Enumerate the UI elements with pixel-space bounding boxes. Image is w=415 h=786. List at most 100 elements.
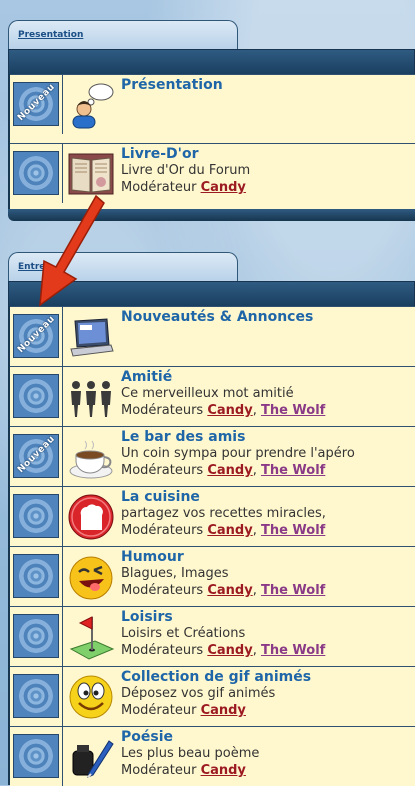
- forum-text: Humour Blagues, Images Modérateurs Candy…: [121, 549, 411, 599]
- forum-row-collection-gif[interactable]: Collection de gif animés Déposez vos gif…: [10, 666, 415, 726]
- forum-description: Livre d'Or du Forum: [121, 163, 251, 178]
- forum-list: Nouveau Présentation Livre-D'or Livre d'…: [8, 74, 415, 210]
- status-cell: [10, 144, 63, 203]
- moderator-label: Modérateurs: [121, 523, 204, 538]
- forum-title[interactable]: Présentation: [121, 77, 411, 93]
- forum-text: Nouveautés & Annonces: [121, 309, 411, 325]
- no-new-posts-status-icon: [13, 151, 59, 195]
- ink-pen-icon: [72, 740, 114, 778]
- forum-description: Déposez vos gif animés: [121, 686, 276, 701]
- forum-title[interactable]: Le bar des amis: [121, 429, 411, 445]
- status-cell: Nouveau: [10, 427, 63, 486]
- moderator-label: Modérateur: [121, 180, 197, 195]
- coffee-cup-icon: [69, 440, 113, 479]
- forum-moderators: Modérateurs Candy, The Wolf: [121, 463, 326, 478]
- moderator-link[interactable]: Candy: [201, 763, 246, 778]
- golf-flag-icon: [69, 616, 115, 660]
- new-posts-status-icon: Nouveau: [13, 314, 59, 358]
- no-new-posts-status-icon: [13, 734, 59, 778]
- category-entre: Entre Nouveau Nouveautés & Annonces Amit…: [8, 252, 415, 786]
- forum-row-bar-des-amis[interactable]: Nouveau Le bar des amis Un coin sympa po…: [10, 426, 415, 486]
- forum-row-poesie[interactable]: Poésie Les plus beau poème Modérateur Ca…: [10, 726, 415, 786]
- forum-title[interactable]: Amitié: [121, 369, 411, 385]
- status-cell: [10, 607, 63, 666]
- category-footer: [8, 209, 415, 221]
- forum-row-livre-dor[interactable]: Livre-D'or Livre d'Or du Forum Modérateu…: [10, 143, 415, 203]
- moderator-link[interactable]: The Wolf: [261, 403, 325, 418]
- category-header-bar: [8, 281, 415, 307]
- moderator-label: Modérateurs: [121, 403, 204, 418]
- no-new-posts-status-icon: [13, 374, 59, 418]
- moderator-link[interactable]: Candy: [207, 523, 252, 538]
- forum-text: Loisirs Loisirs et Créations Modérateurs…: [121, 609, 411, 659]
- moderator-label: Modérateur: [121, 763, 197, 778]
- no-new-posts-status-icon: [13, 554, 59, 598]
- moderator-label: Modérateur: [121, 703, 197, 718]
- forum-row-amitie[interactable]: Amitié Ce merveilleux mot amitié Modérat…: [10, 366, 415, 426]
- user-speech-icon: [72, 83, 114, 129]
- forum-title[interactable]: Loisirs: [121, 609, 411, 625]
- forum-text: Livre-D'or Livre d'Or du Forum Modérateu…: [121, 146, 411, 196]
- status-cell: [10, 547, 63, 606]
- moderator-link[interactable]: Candy: [207, 583, 252, 598]
- forum-moderators: Modérateurs Candy, The Wolf: [121, 583, 326, 598]
- smiley-icon: [69, 675, 113, 719]
- status-cell: Nouveau: [10, 75, 63, 134]
- forum-moderators: Modérateur Candy: [121, 179, 411, 196]
- forum-text: Poésie Les plus beau poème Modérateur Ca…: [121, 729, 411, 779]
- forum-moderators: Modérateurs Candy, The Wolf: [121, 643, 326, 658]
- category-link-entre[interactable]: Entre: [18, 262, 45, 272]
- forum-title[interactable]: Nouveautés & Annonces: [121, 309, 411, 325]
- category-tab: Presentation: [8, 20, 238, 51]
- forum-title[interactable]: La cuisine: [121, 489, 411, 505]
- moderator-link[interactable]: The Wolf: [261, 643, 325, 658]
- no-new-posts-status-icon: [13, 674, 59, 718]
- status-cell: [10, 667, 63, 726]
- status-cell: [10, 367, 63, 426]
- moderator-link[interactable]: The Wolf: [261, 523, 325, 538]
- forum-moderators: Modérateurs Candy, The Wolf: [121, 523, 326, 538]
- category-presentation: Presentation Nouveau Présentation Livre-…: [8, 20, 415, 225]
- moderator-link[interactable]: The Wolf: [261, 583, 325, 598]
- moderator-link[interactable]: Candy: [201, 180, 246, 195]
- forum-title[interactable]: Humour: [121, 549, 411, 565]
- forum-moderators: Modérateur Candy: [121, 762, 411, 779]
- forum-row-humour[interactable]: Humour Blagues, Images Modérateurs Candy…: [10, 546, 415, 606]
- laughing-smiley-icon: [69, 556, 113, 600]
- forum-row-la-cuisine[interactable]: La cuisine partagez vos recettes miracle…: [10, 486, 415, 546]
- category-tab: Entre: [8, 252, 238, 283]
- moderator-link[interactable]: Candy: [207, 643, 252, 658]
- moderator-link[interactable]: The Wolf: [261, 463, 325, 478]
- moderator-label: Modérateurs: [121, 583, 204, 598]
- status-cell: Nouveau: [10, 307, 63, 366]
- moderator-label: Modérateurs: [121, 463, 204, 478]
- forum-description: Ce merveilleux mot amitié: [121, 386, 294, 401]
- category-header-bar: [8, 49, 415, 75]
- forum-text: La cuisine partagez vos recettes miracle…: [121, 489, 411, 539]
- new-posts-status-icon: Nouveau: [13, 82, 59, 126]
- laptop-news-icon: [70, 318, 114, 357]
- forum-moderators: Modérateur Candy: [121, 702, 411, 719]
- forum-row-loisirs[interactable]: Loisirs Loisirs et Créations Modérateurs…: [10, 606, 415, 666]
- moderator-link[interactable]: Candy: [207, 463, 252, 478]
- moderator-link[interactable]: Candy: [207, 403, 252, 418]
- forum-title[interactable]: Collection de gif animés: [121, 669, 411, 685]
- forum-title[interactable]: Livre-D'or: [121, 146, 411, 162]
- forum-row-presentation[interactable]: Nouveau Présentation: [10, 74, 415, 134]
- forum-text: Présentation: [121, 77, 411, 93]
- chef-hat-icon: [68, 494, 114, 540]
- forum-text: Le bar des amis Un coin sympa pour prend…: [121, 429, 411, 479]
- forum-description: Blagues, Images: [121, 566, 229, 581]
- forum-title[interactable]: Poésie: [121, 729, 411, 745]
- people-icon: [71, 381, 111, 417]
- forum-row-nouveautes[interactable]: Nouveau Nouveautés & Annonces: [10, 306, 415, 366]
- forum-moderators: Modérateurs Candy, The Wolf: [121, 403, 326, 418]
- category-link-presentation[interactable]: Presentation: [18, 30, 83, 40]
- forum-list: Nouveau Nouveautés & Annonces Amitié Ce …: [8, 306, 415, 786]
- no-new-posts-status-icon: [13, 614, 59, 658]
- forum-description: Les plus beau poème: [121, 746, 260, 761]
- forum-text: Amitié Ce merveilleux mot amitié Modérat…: [121, 369, 411, 419]
- forum-description: Un coin sympa pour prendre l'apéro: [121, 446, 355, 461]
- moderator-link[interactable]: Candy: [201, 703, 246, 718]
- forum-description: Loisirs et Créations: [121, 626, 246, 641]
